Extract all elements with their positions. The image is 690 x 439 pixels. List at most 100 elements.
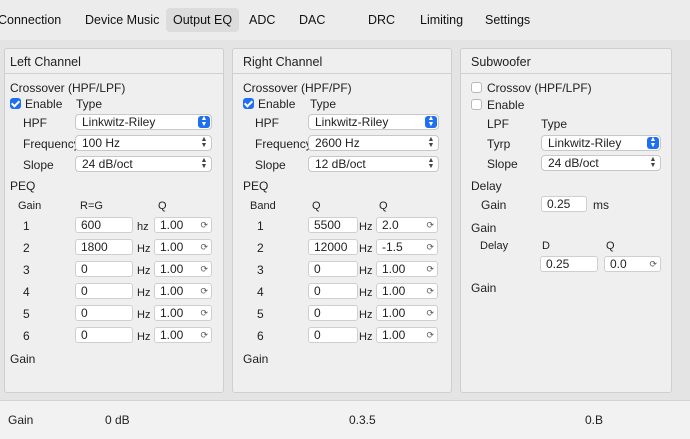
left-band-q-input[interactable]: 1.00 ⟳ bbox=[154, 261, 212, 277]
left-band-frequency-value: 0 bbox=[81, 306, 88, 320]
sub-col-q: Q bbox=[606, 240, 615, 252]
left-band-frequency-value: 0 bbox=[81, 328, 88, 342]
right-band-frequency-input[interactable]: 0 bbox=[308, 305, 358, 321]
left-band-frequency-value: 600 bbox=[81, 218, 102, 232]
left-band-q-input[interactable]: 1.00 ⟳ bbox=[154, 283, 212, 299]
sub-gain-bottom-label: Gain bbox=[471, 281, 497, 295]
tab-dac[interactable]: DAC bbox=[299, 8, 325, 32]
right-band-q-input[interactable]: -1.5 ⟳ bbox=[376, 239, 438, 255]
right-band-q-value: 1.00 bbox=[382, 284, 406, 298]
sub-d-value: 0.25 bbox=[546, 257, 570, 271]
left-frequency-select[interactable]: 100 Hz ▲ ▼ bbox=[75, 135, 212, 151]
left-col-freq: R=G bbox=[80, 200, 103, 212]
right-channel-panel: Right Channel Crossover (HPF/PF) Enable … bbox=[232, 48, 452, 393]
left-col-q: Q bbox=[158, 200, 167, 212]
sub-slope-select[interactable]: 24 dB/oct ▲ ▼ bbox=[541, 155, 661, 171]
left-enable-checkbox[interactable] bbox=[10, 98, 21, 109]
stepper-icon[interactable]: ⟳ bbox=[426, 308, 434, 318]
right-band-q-input[interactable]: 2.0 ⟳ bbox=[376, 217, 438, 233]
stepper-icon[interactable]: ⟳ bbox=[649, 259, 657, 269]
right-band-frequency-input[interactable]: 0 bbox=[308, 261, 358, 277]
sub-crossover-label: Crossov (HPF/LPF) bbox=[487, 81, 592, 95]
right-frequency-value: 2600 Hz bbox=[315, 136, 360, 150]
right-frequency-select[interactable]: 2600 Hz ▲ ▼ bbox=[308, 135, 439, 151]
stepper-icon[interactable]: ⟳ bbox=[426, 264, 434, 274]
stepper-icon[interactable]: ⟳ bbox=[200, 242, 208, 252]
left-band-q-value: 1.00 bbox=[160, 262, 184, 276]
right-band-frequency-input[interactable]: 12000 bbox=[308, 239, 358, 255]
left-band-frequency-input[interactable]: 0 bbox=[75, 261, 133, 277]
sub-type-select[interactable]: Linkwitz-Riley ▲ ▼ bbox=[541, 135, 661, 151]
tab-bar: Connection Device Music Output EQ ADC DA… bbox=[0, 0, 690, 40]
tab-limiting[interactable]: Limiting bbox=[420, 8, 463, 32]
stepper-icon[interactable]: ⟳ bbox=[200, 286, 208, 296]
stepper-icon[interactable]: ⟳ bbox=[426, 220, 434, 230]
right-enable-label: Enable bbox=[258, 97, 296, 111]
left-band-q-input[interactable]: 1.00 ⟳ bbox=[154, 217, 212, 233]
left-band-frequency-input[interactable]: 0 bbox=[75, 305, 133, 321]
stepper-icon[interactable]: ⟳ bbox=[200, 330, 208, 340]
stepper-icon[interactable]: ⟳ bbox=[200, 220, 208, 230]
left-band-q-input[interactable]: 1.00 ⟳ bbox=[154, 305, 212, 321]
left-band-frequency-input[interactable]: 1800 bbox=[75, 239, 133, 255]
left-band-number: 2 bbox=[23, 241, 30, 255]
right-col-freq: Q bbox=[312, 200, 321, 212]
right-enable-checkbox[interactable] bbox=[243, 98, 254, 109]
left-channel-panel: Left Channel Crossover (HPF/LPF) Enable … bbox=[4, 48, 224, 393]
sub-q-value: 0.0 bbox=[610, 257, 627, 271]
stepper-icon[interactable]: ⟳ bbox=[426, 330, 434, 340]
right-band-unit: Hz bbox=[359, 221, 373, 233]
left-frequency-value: 100 Hz bbox=[82, 136, 121, 150]
left-band-frequency-input[interactable]: 0 bbox=[75, 283, 133, 299]
right-channel-title: Right Channel bbox=[233, 49, 451, 74]
stepper-icon[interactable]: ⟳ bbox=[200, 308, 208, 318]
tab-adc[interactable]: ADC bbox=[249, 8, 275, 32]
tab-drc[interactable]: DRC bbox=[368, 8, 395, 32]
right-band-frequency-value: 0 bbox=[314, 284, 321, 298]
right-hpf-select[interactable]: Linkwitz-Riley ▲ ▼ bbox=[308, 114, 439, 130]
left-band-q-input[interactable]: 1.00 ⟳ bbox=[154, 327, 212, 343]
left-band-frequency-input[interactable]: 600 bbox=[75, 217, 133, 233]
sub-gain-input[interactable]: 0.25 bbox=[541, 196, 587, 212]
stepper-icon[interactable]: ⟳ bbox=[426, 242, 434, 252]
right-band-number: 5 bbox=[257, 307, 264, 321]
sub-gain-value: 0.25 bbox=[547, 197, 571, 211]
left-hpf-select[interactable]: Linkwitz-Riley ▲ ▼ bbox=[75, 114, 212, 130]
tab-device-music[interactable]: Device Music bbox=[85, 8, 159, 32]
sub-col-d: D bbox=[542, 240, 550, 252]
left-band-frequency-input[interactable]: 0 bbox=[75, 327, 133, 343]
sub-q-input[interactable]: 0.0 ⟳ bbox=[604, 256, 661, 272]
stepper-icon[interactable]: ⟳ bbox=[200, 264, 208, 274]
left-band-number: 4 bbox=[23, 285, 30, 299]
right-band-frequency-input[interactable]: 5500 bbox=[308, 217, 358, 233]
status-middle-value: 0.3.5 bbox=[349, 413, 376, 427]
left-enable-label: Enable bbox=[25, 97, 63, 111]
sub-crossover-checkbox[interactable] bbox=[471, 82, 482, 93]
right-band-frequency-input[interactable]: 0 bbox=[308, 283, 358, 299]
tab-settings[interactable]: Settings bbox=[485, 8, 530, 32]
right-band-q-value: 2.0 bbox=[382, 218, 399, 232]
left-band-unit: Hz bbox=[137, 265, 151, 277]
right-band-q-input[interactable]: 1.00 ⟳ bbox=[376, 305, 438, 321]
right-band-q-input[interactable]: 1.00 ⟳ bbox=[376, 283, 438, 299]
tab-output-eq[interactable]: Output EQ bbox=[166, 8, 240, 32]
sub-d-input[interactable]: 0.25 bbox=[540, 256, 598, 272]
right-band-frequency-input[interactable]: 0 bbox=[308, 327, 358, 343]
right-slope-select[interactable]: 12 dB/oct ▲ ▼ bbox=[308, 156, 439, 172]
tab-connection[interactable]: Connection bbox=[0, 8, 61, 32]
left-slope-select[interactable]: 24 dB/oct ▲ ▼ bbox=[75, 156, 212, 172]
left-band-q-value: 1.00 bbox=[160, 218, 184, 232]
right-band-q-input[interactable]: 1.00 ⟳ bbox=[376, 327, 438, 343]
stepper-icon[interactable]: ⟳ bbox=[426, 286, 434, 296]
right-crossover-label: Crossover (HPF/PF) bbox=[243, 81, 352, 95]
right-band-frequency-value: 5500 bbox=[314, 218, 341, 232]
right-hpf-value: Linkwitz-Riley bbox=[315, 115, 389, 129]
left-band-q-input[interactable]: 1.00 ⟳ bbox=[154, 239, 212, 255]
sub-enable-label: Enable bbox=[487, 98, 525, 112]
chevron-updown-icon: ▲ ▼ bbox=[198, 115, 210, 128]
chevron-updown-icon: ▲ ▼ bbox=[647, 136, 659, 149]
sub-enable-checkbox[interactable] bbox=[471, 99, 482, 110]
right-band-q-input[interactable]: 1.00 ⟳ bbox=[376, 261, 438, 277]
sub-slope-value: 24 dB/oct bbox=[548, 156, 599, 170]
left-band-unit: Hz bbox=[137, 309, 151, 321]
